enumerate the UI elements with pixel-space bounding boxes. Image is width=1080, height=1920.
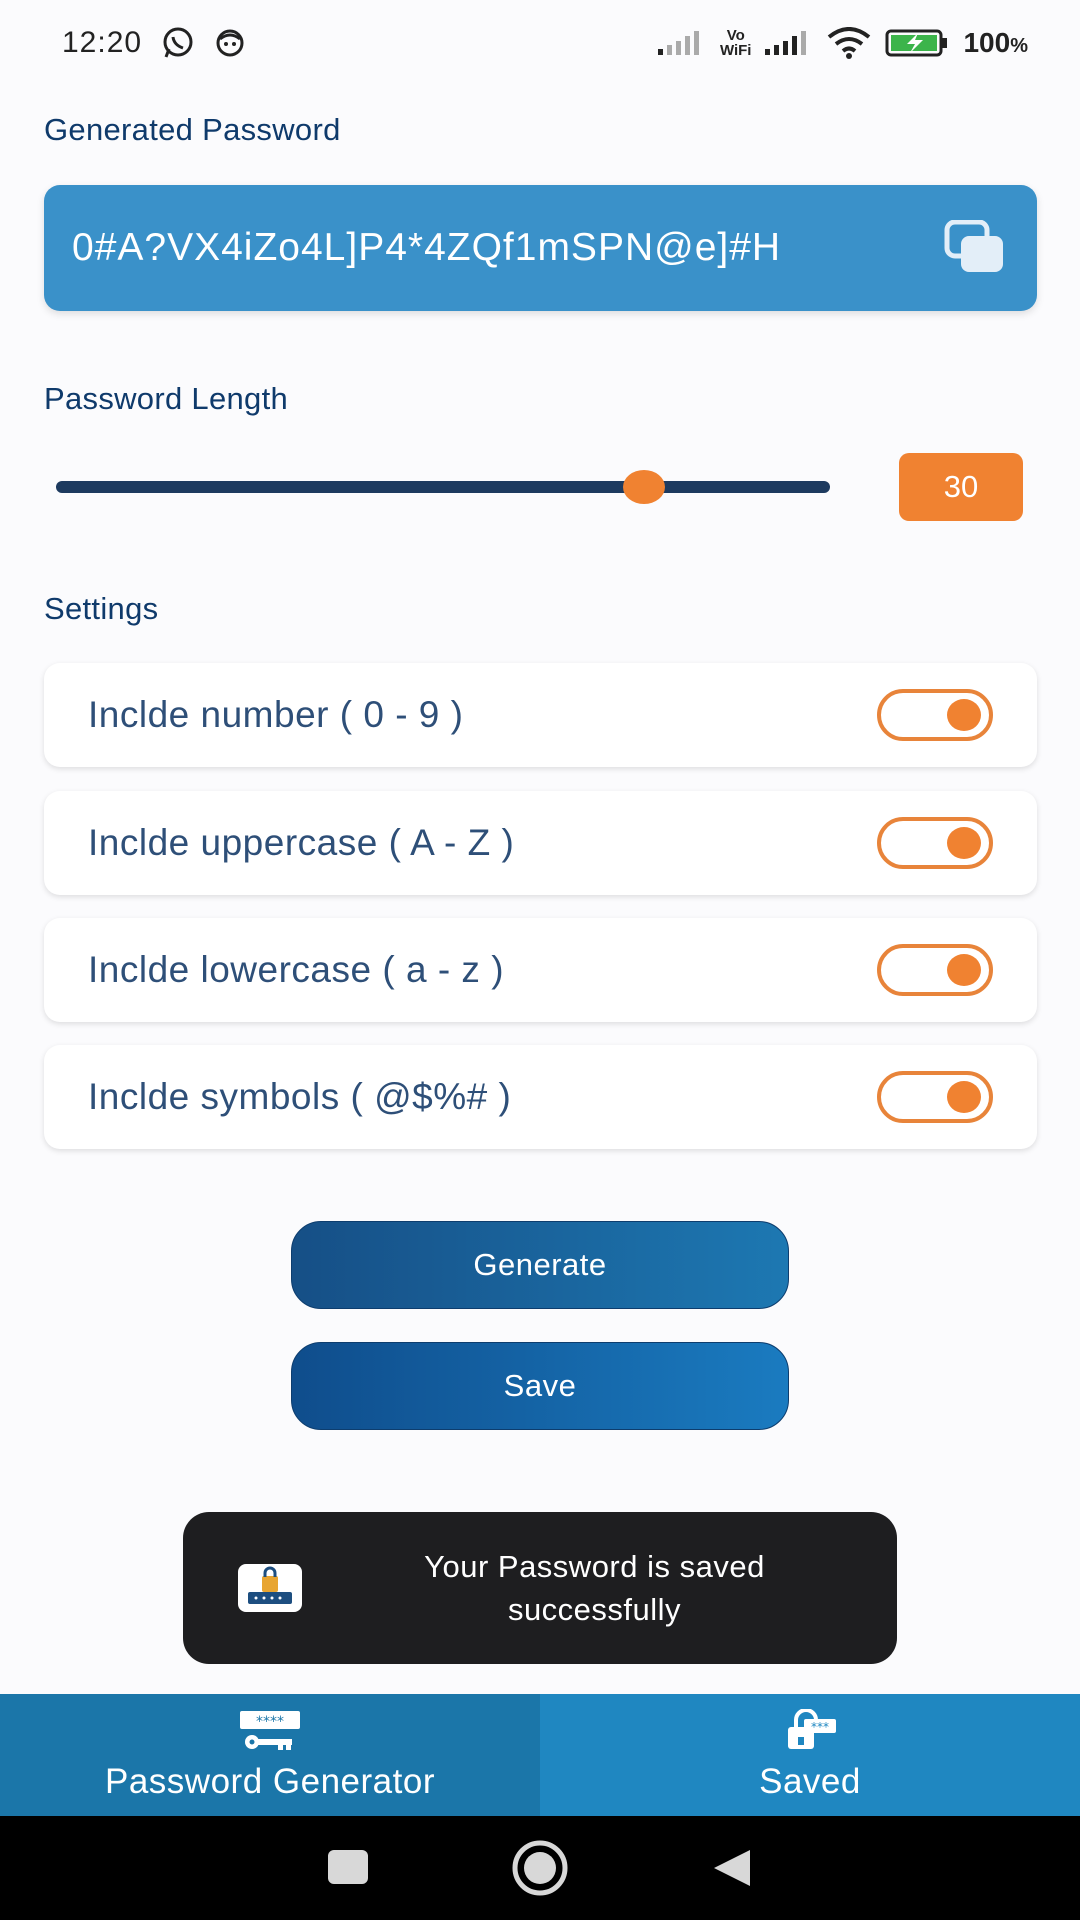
status-time: 12:20: [62, 26, 143, 59]
nav-label: Saved: [759, 1762, 861, 1801]
battery-value: 100: [963, 27, 1011, 58]
bottom-navigation: **** Password Generator *** Saved: [0, 1694, 1080, 1816]
svg-text:***: ***: [811, 1720, 829, 1734]
saved-toast: Your Password is saved successfully: [183, 1512, 897, 1664]
toast-line-1: Your Password is saved: [424, 1549, 765, 1584]
copy-icon[interactable]: [943, 219, 1007, 276]
setting-include-number: Inclde number ( 0 - 9 ): [44, 663, 1037, 767]
battery-level: 100%: [963, 27, 1028, 59]
setting-label: Inclde uppercase ( A - Z ): [88, 822, 515, 863]
nav-saved[interactable]: *** Saved: [540, 1694, 1080, 1816]
save-button[interactable]: Save: [291, 1342, 789, 1430]
app-lock-icon: [238, 1564, 302, 1612]
length-slider-thumb[interactable]: [623, 470, 666, 504]
password-text: 0#A?VX4iZo4L]P4*4ZQf1mSPN@e]#H: [72, 226, 782, 269]
setting-include-uppercase: Inclde uppercase ( A - Z ): [44, 791, 1037, 895]
vowifi-wifi: WiFi: [719, 42, 752, 59]
toggle-knob: [947, 827, 981, 859]
status-left: 12:20: [62, 25, 246, 61]
notification-face-icon: [214, 27, 246, 59]
toggle-include-number[interactable]: [877, 689, 993, 741]
setting-include-lowercase: Inclde lowercase ( a - z ): [44, 918, 1037, 1022]
status-bar: 12:20 Vo WiFi 100%: [0, 0, 1080, 86]
toggle-knob: [947, 1081, 981, 1113]
password-length-label: Password Length: [44, 381, 289, 416]
lock-password-icon: ***: [782, 1708, 838, 1758]
toggle-include-symbols[interactable]: [877, 1071, 993, 1123]
toast-message: Your Password is saved successfully: [302, 1545, 857, 1631]
nav-password-generator[interactable]: **** Password Generator: [0, 1694, 540, 1816]
length-slider-track[interactable]: [56, 481, 830, 493]
setting-label: Inclde number ( 0 - 9 ): [88, 694, 464, 735]
svg-text:****: ****: [256, 1714, 284, 1730]
toast-line-2: successfully: [507, 1592, 682, 1627]
battery-charging-icon: [885, 29, 949, 57]
signal-strong-icon: [765, 31, 813, 55]
setting-include-symbols: Inclde symbols ( @$%# ): [44, 1045, 1037, 1149]
generated-password-label: Generated Password: [44, 112, 341, 147]
whatsapp-icon: [160, 25, 196, 61]
nav-label: Password Generator: [105, 1762, 435, 1801]
setting-label: Inclde symbols ( @$%# ): [88, 1076, 512, 1117]
setting-label: Inclde lowercase ( a - z ): [88, 949, 505, 990]
status-right: Vo WiFi 100%: [657, 27, 1028, 59]
password-display: 0#A?VX4iZo4L]P4*4ZQf1mSPN@e]#H: [44, 185, 1037, 311]
system-navigation-bar: [0, 1816, 1080, 1920]
length-value-badge: 30: [899, 453, 1023, 521]
toggle-include-lowercase[interactable]: [877, 944, 993, 996]
vowifi-indicator: Vo WiFi: [720, 28, 752, 58]
signal-weak-icon: [657, 31, 706, 55]
back-icon[interactable]: [710, 1846, 754, 1890]
home-icon[interactable]: [510, 1838, 570, 1898]
toggle-include-uppercase[interactable]: [877, 817, 993, 869]
password-key-icon: ****: [238, 1709, 302, 1758]
recents-icon[interactable]: [326, 1848, 370, 1888]
toggle-knob: [947, 954, 981, 986]
settings-label: Settings: [44, 591, 159, 626]
generate-button[interactable]: Generate: [291, 1221, 789, 1309]
wifi-icon: [827, 27, 871, 59]
toggle-knob: [947, 699, 981, 731]
battery-unit: %: [1010, 35, 1028, 57]
